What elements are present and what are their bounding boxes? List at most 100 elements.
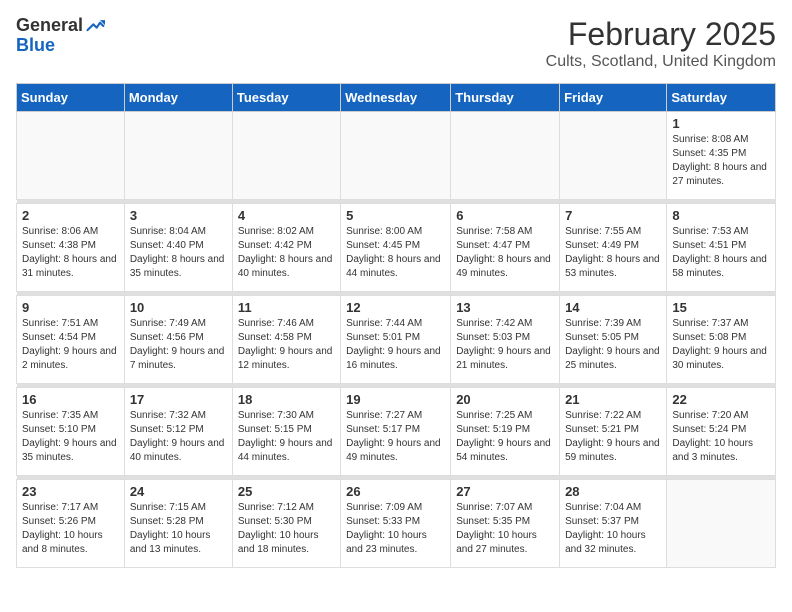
day-number: 15: [672, 300, 770, 315]
day-number: 27: [456, 484, 554, 499]
day-info: Sunrise: 8:04 AM Sunset: 4:40 PM Dayligh…: [130, 225, 227, 281]
calendar-header-thursday: Thursday: [451, 84, 560, 112]
day-info: Sunrise: 7:17 AM Sunset: 5:26 PM Dayligh…: [22, 501, 119, 557]
calendar-cell: 15 Sunrise: 7:37 AM Sunset: 5:08 PM Dayli…: [667, 296, 776, 384]
day-info: Sunrise: 7:32 AM Sunset: 5:12 PM Dayligh…: [130, 409, 227, 465]
day-number: 13: [456, 300, 554, 315]
day-info: Sunrise: 7:44 AM Sunset: 5:01 PM Dayligh…: [346, 317, 445, 373]
day-number: 14: [565, 300, 661, 315]
calendar-header-monday: Monday: [124, 84, 232, 112]
calendar-cell: 13 Sunrise: 7:42 AM Sunset: 5:03 PM Dayli…: [451, 296, 560, 384]
day-info: Sunrise: 7:07 AM Sunset: 5:35 PM Dayligh…: [456, 501, 554, 557]
calendar-cell: 5 Sunrise: 8:00 AM Sunset: 4:45 PM Daylig…: [341, 204, 451, 292]
calendar-header-tuesday: Tuesday: [232, 84, 340, 112]
calendar-cell: 22 Sunrise: 7:20 AM Sunset: 5:24 PM Dayli…: [667, 388, 776, 476]
day-info: Sunrise: 7:20 AM Sunset: 5:24 PM Dayligh…: [672, 409, 770, 465]
calendar-cell: 25 Sunrise: 7:12 AM Sunset: 5:30 PM Dayli…: [232, 480, 340, 568]
calendar-cell: [341, 112, 451, 200]
calendar-cell: 17 Sunrise: 7:32 AM Sunset: 5:12 PM Dayli…: [124, 388, 232, 476]
day-info: Sunrise: 7:27 AM Sunset: 5:17 PM Dayligh…: [346, 409, 445, 465]
day-number: 6: [456, 208, 554, 223]
day-number: 2: [22, 208, 119, 223]
calendar-header-friday: Friday: [560, 84, 667, 112]
day-number: 8: [672, 208, 770, 223]
calendar-cell: 18 Sunrise: 7:30 AM Sunset: 5:15 PM Dayli…: [232, 388, 340, 476]
logo-blue-text: Blue: [16, 36, 105, 56]
day-info: Sunrise: 7:49 AM Sunset: 4:56 PM Dayligh…: [130, 317, 227, 373]
day-number: 23: [22, 484, 119, 499]
day-info: Sunrise: 7:51 AM Sunset: 4:54 PM Dayligh…: [22, 317, 119, 373]
day-info: Sunrise: 8:00 AM Sunset: 4:45 PM Dayligh…: [346, 225, 445, 281]
day-number: 21: [565, 392, 661, 407]
day-number: 22: [672, 392, 770, 407]
day-number: 19: [346, 392, 445, 407]
day-number: 20: [456, 392, 554, 407]
day-number: 5: [346, 208, 445, 223]
calendar-cell: 9 Sunrise: 7:51 AM Sunset: 4:54 PM Daylig…: [17, 296, 125, 384]
day-info: Sunrise: 8:02 AM Sunset: 4:42 PM Dayligh…: [238, 225, 335, 281]
calendar-cell: 27 Sunrise: 7:07 AM Sunset: 5:35 PM Dayli…: [451, 480, 560, 568]
calendar-cell: 26 Sunrise: 7:09 AM Sunset: 5:33 PM Dayli…: [341, 480, 451, 568]
calendar-cell: 11Sunrise: 7:46 AM Sunset: 4:58 PM Dayli…: [232, 296, 340, 384]
calendar-week-row: 16Sunrise: 7:35 AM Sunset: 5:10 PM Dayli…: [17, 388, 776, 476]
calendar-cell: [124, 112, 232, 200]
calendar-cell: 3Sunrise: 8:04 AM Sunset: 4:40 PM Daylig…: [124, 204, 232, 292]
day-number: 12: [346, 300, 445, 315]
day-info: Sunrise: 7:09 AM Sunset: 5:33 PM Dayligh…: [346, 501, 445, 557]
calendar-cell: 20 Sunrise: 7:25 AM Sunset: 5:19 PM Dayli…: [451, 388, 560, 476]
day-info: Sunrise: 7:46 AM Sunset: 4:58 PM Dayligh…: [238, 317, 335, 373]
logo: General Blue: [16, 16, 105, 56]
day-number: 9: [22, 300, 119, 315]
day-info: Sunrise: 8:08 AM Sunset: 4:35 PM Dayligh…: [672, 133, 770, 189]
day-info: Sunrise: 7:42 AM Sunset: 5:03 PM Dayligh…: [456, 317, 554, 373]
calendar-cell: [451, 112, 560, 200]
day-number: 10: [130, 300, 227, 315]
calendar-header-wednesday: Wednesday: [341, 84, 451, 112]
calendar-header-row: SundayMondayTuesdayWednesdayThursdayFrid…: [17, 84, 776, 112]
day-number: 16: [22, 392, 119, 407]
day-info: Sunrise: 7:37 AM Sunset: 5:08 PM Dayligh…: [672, 317, 770, 373]
day-info: Sunrise: 7:39 AM Sunset: 5:05 PM Dayligh…: [565, 317, 661, 373]
calendar-cell: 7Sunrise: 7:55 AM Sunset: 4:49 PM Daylig…: [560, 204, 667, 292]
day-number: 4: [238, 208, 335, 223]
calendar-cell: [17, 112, 125, 200]
calendar-cell: [667, 480, 776, 568]
day-info: Sunrise: 7:58 AM Sunset: 4:47 PM Dayligh…: [456, 225, 554, 281]
day-info: Sunrise: 7:55 AM Sunset: 4:49 PM Dayligh…: [565, 225, 661, 281]
day-number: 17: [130, 392, 227, 407]
calendar-cell: 4 Sunrise: 8:02 AM Sunset: 4:42 PM Daylig…: [232, 204, 340, 292]
day-number: 26: [346, 484, 445, 499]
calendar-cell: [560, 112, 667, 200]
day-number: 24: [130, 484, 227, 499]
day-info: Sunrise: 7:53 AM Sunset: 4:51 PM Dayligh…: [672, 225, 770, 281]
day-info: Sunrise: 8:06 AM Sunset: 4:38 PM Dayligh…: [22, 225, 119, 281]
month-title: February 2025: [546, 16, 776, 53]
calendar-week-row: 9 Sunrise: 7:51 AM Sunset: 4:54 PM Daylig…: [17, 296, 776, 384]
day-info: Sunrise: 7:25 AM Sunset: 5:19 PM Dayligh…: [456, 409, 554, 465]
title-block: February 2025 Cults, Scotland, United Ki…: [546, 16, 776, 71]
location-title: Cults, Scotland, United Kingdom: [546, 53, 776, 71]
calendar-header-sunday: Sunday: [17, 84, 125, 112]
logo-general-text: General: [16, 16, 83, 36]
day-info: Sunrise: 7:12 AM Sunset: 5:30 PM Dayligh…: [238, 501, 335, 557]
calendar-cell: 14 Sunrise: 7:39 AM Sunset: 5:05 PM Dayli…: [560, 296, 667, 384]
calendar-cell: 10 Sunrise: 7:49 AM Sunset: 4:56 PM Dayli…: [124, 296, 232, 384]
day-number: 18: [238, 392, 335, 407]
calendar-week-row: 1 Sunrise: 8:08 AM Sunset: 4:35 PM Daylig…: [17, 112, 776, 200]
day-number: 25: [238, 484, 335, 499]
calendar-header-saturday: Saturday: [667, 84, 776, 112]
calendar-cell: 2 Sunrise: 8:06 AM Sunset: 4:38 PM Daylig…: [17, 204, 125, 292]
calendar-week-row: 2 Sunrise: 8:06 AM Sunset: 4:38 PM Daylig…: [17, 204, 776, 292]
logo-icon: [85, 16, 105, 36]
day-info: Sunrise: 7:04 AM Sunset: 5:37 PM Dayligh…: [565, 501, 661, 557]
calendar-cell: 21 Sunrise: 7:22 AM Sunset: 5:21 PM Dayli…: [560, 388, 667, 476]
calendar-cell: 1 Sunrise: 8:08 AM Sunset: 4:35 PM Daylig…: [667, 112, 776, 200]
day-info: Sunrise: 7:30 AM Sunset: 5:15 PM Dayligh…: [238, 409, 335, 465]
calendar-cell: 23 Sunrise: 7:17 AM Sunset: 5:26 PM Dayli…: [17, 480, 125, 568]
calendar-cell: 24Sunrise: 7:15 AM Sunset: 5:28 PM Dayli…: [124, 480, 232, 568]
day-number: 1: [672, 116, 770, 131]
day-info: Sunrise: 7:22 AM Sunset: 5:21 PM Dayligh…: [565, 409, 661, 465]
calendar-cell: 12 Sunrise: 7:44 AM Sunset: 5:01 PM Dayli…: [341, 296, 451, 384]
calendar-cell: 28Sunrise: 7:04 AM Sunset: 5:37 PM Dayli…: [560, 480, 667, 568]
calendar-cell: 8 Sunrise: 7:53 AM Sunset: 4:51 PM Daylig…: [667, 204, 776, 292]
